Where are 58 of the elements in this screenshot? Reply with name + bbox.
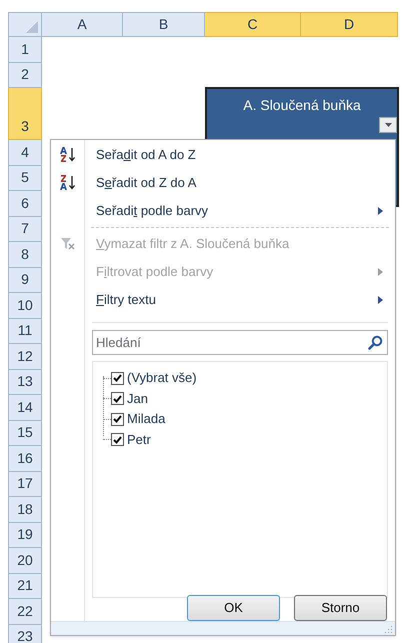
dialog-button[interactable]: OK (187, 595, 280, 622)
row-header[interactable]: 19 (8, 522, 42, 548)
dialog-button[interactable]: Storno (294, 595, 387, 622)
row-header[interactable]: 16 (8, 446, 42, 472)
column-header[interactable]: B (123, 12, 205, 37)
column-header[interactable]: A (42, 12, 123, 37)
column-header[interactable]: C (205, 12, 301, 37)
checkbox[interactable] (111, 392, 124, 406)
value-label[interactable]: Petr (127, 430, 151, 450)
row-header[interactable]: 21 (8, 574, 42, 599)
row-header[interactable]: 4 (8, 140, 42, 166)
row-header[interactable]: 15 (8, 420, 42, 446)
checkmark-icon (113, 415, 122, 424)
row-header[interactable]: 18 (8, 497, 42, 522)
merged-cell-text: A. Sloučená buňka (243, 96, 361, 115)
submenu-arrow-icon (378, 268, 383, 276)
row-header[interactable]: 5 (8, 166, 42, 191)
row-header[interactable]: 7 (8, 216, 42, 242)
menu-item[interactable]: Seřadit podle barvy (51, 197, 395, 225)
menu-item[interactable]: Filtry textu (51, 286, 395, 314)
row-header[interactable]: 11 (8, 318, 42, 344)
caret-icon (384, 123, 392, 127)
checkbox[interactable] (111, 412, 124, 426)
column-header[interactable]: D (301, 12, 398, 37)
row-header[interactable]: 14 (8, 395, 42, 420)
row-header[interactable]: 6 (8, 191, 42, 216)
resize-grip-icon (385, 625, 393, 633)
checkbox[interactable] (111, 372, 124, 385)
checkmark-icon (113, 374, 122, 382)
corner-triangle-icon (26, 21, 38, 33)
submenu-arrow-icon (378, 296, 383, 304)
search-icon (368, 335, 383, 350)
row-header[interactable]: 12 (8, 344, 42, 370)
submenu-arrow-icon (378, 207, 383, 215)
sort-ascending-icon (58, 146, 76, 164)
funnel-cross-icon (60, 237, 76, 251)
filter-dropdown-button[interactable] (379, 117, 397, 133)
row-header[interactable]: 17 (8, 472, 42, 497)
row-header[interactable]: 3 (8, 88, 42, 140)
row-header[interactable]: 20 (8, 548, 42, 574)
row-header[interactable]: 2 (8, 62, 42, 88)
menu-item[interactable]: Seřadit od Z do A (51, 169, 395, 197)
sort-descending-icon (58, 174, 76, 192)
checkmark-icon (113, 436, 122, 444)
search-field[interactable]: Hledání (92, 330, 388, 355)
row-header[interactable]: 1 (8, 37, 42, 62)
value-label[interactable]: Jan (127, 388, 148, 408)
menu-item[interactable]: Seřadit od A do Z (51, 141, 395, 169)
value-label[interactable]: (Vybrat vše) (127, 368, 197, 388)
row-header[interactable]: 10 (8, 293, 42, 318)
checkmark-icon (113, 394, 122, 403)
row-header[interactable]: 23 (8, 624, 42, 643)
checkbox[interactable] (111, 433, 124, 446)
row-header[interactable]: 9 (8, 268, 42, 293)
row-header[interactable]: 8 (8, 242, 42, 268)
row-header[interactable]: 22 (8, 599, 42, 624)
value-label[interactable]: Milada (127, 409, 166, 429)
row-header[interactable]: 13 (8, 370, 42, 395)
